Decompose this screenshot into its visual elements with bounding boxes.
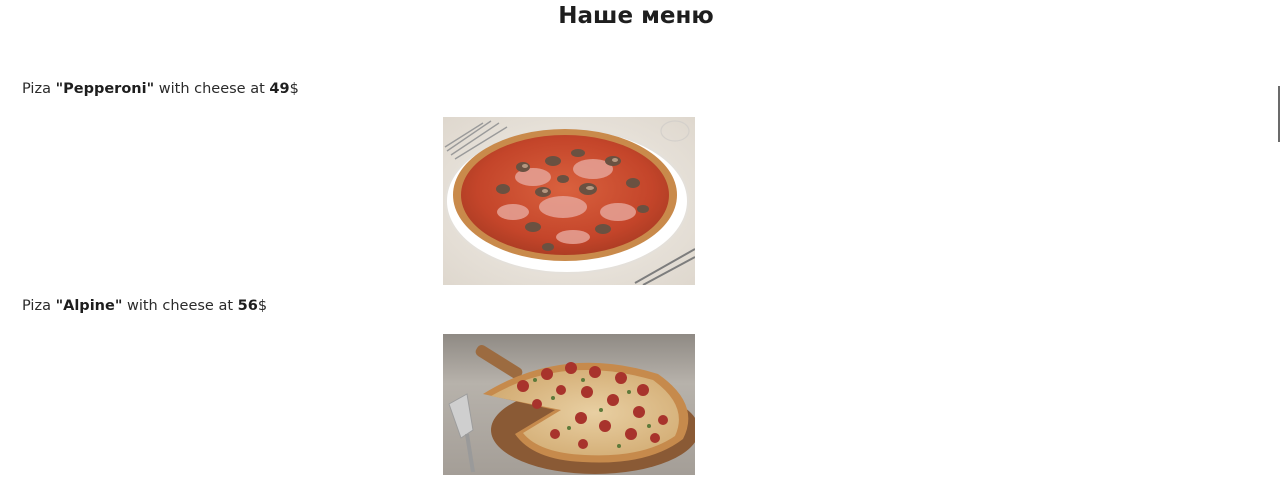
item-name: "Alpine"	[55, 298, 123, 314]
item-middle-text: with cheese at	[122, 298, 238, 314]
item-prefix: Piza	[22, 298, 56, 314]
menu-item-pepperoni: Piza "Pepperoni" with cheese at 49$	[22, 79, 299, 99]
item-price: 56	[237, 298, 258, 314]
item-price: 49	[269, 81, 290, 97]
menu-item-alpine: Piza "Alpine" with cheese at 56$	[22, 296, 267, 316]
pepperoni-pizza-image	[443, 117, 695, 285]
alpine-pizza-image	[443, 334, 695, 475]
item-currency: $	[257, 298, 268, 314]
menu-page: Наше меню Piza "Pepperoni" with cheese a…	[0, 0, 1280, 481]
item-name: "Pepperoni"	[55, 81, 155, 97]
item-prefix: Piza	[22, 81, 56, 97]
pepperoni-pizza-photo	[443, 117, 695, 285]
item-middle-text: with cheese at	[154, 81, 270, 97]
alpine-pizza-photo	[443, 334, 695, 475]
page-title: Наше меню	[558, 3, 714, 29]
item-currency: $	[289, 81, 299, 97]
